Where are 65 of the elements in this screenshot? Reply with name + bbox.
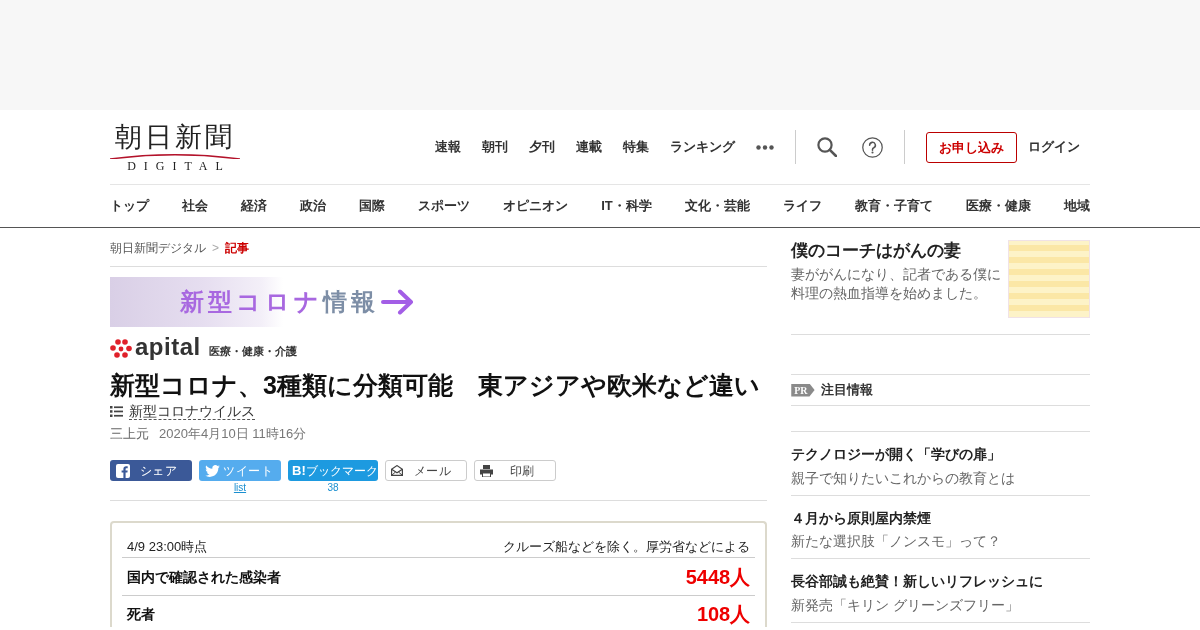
pr-item-title[interactable]: ４月から原則屋内禁煙 [791,507,932,528]
login-link[interactable]: ログイン [1028,137,1080,157]
pr-badge: PR [791,383,815,397]
topic-link[interactable]: 新型コロナウイルス [129,403,255,420]
category-link[interactable]: ライフ [782,196,822,216]
category-link[interactable]: スポーツ [418,196,471,216]
f-logo-icon [116,463,130,478]
breadcrumb-link[interactable]: 朝日新聞デジタル [110,239,206,257]
pr-item-subtitle: 新たな選択肢「ノンスモ」って？ [791,532,1003,551]
pr-item-subtitle: 親子で知りたいこれからの教育とは [791,468,1017,488]
printer-icon [480,464,493,477]
share-button[interactable]: シェア [110,460,192,481]
breadcrumb-current: 記事 [225,240,249,257]
stats-timestamp: 4/9 23:00時点 [127,538,208,556]
logo-title[interactable]: 朝日新聞 [115,124,235,151]
pr-item-subtitle: 新発売「キリン グリーンズフリー」 [791,595,1021,615]
mail-button[interactable]: メール [385,460,467,481]
more-icon[interactable] [756,144,774,150]
promo-title[interactable]: 僕のコーチはがんの妻 [791,240,1004,262]
print-button[interactable]: 印刷 [474,460,556,481]
publish-date: 2020年4月10日 11時16分 [159,425,307,443]
nav-link[interactable]: 夕刊 [529,137,555,157]
category-link[interactable]: 教育・子育て [854,196,933,216]
pr-item-title[interactable]: 長谷部誠も絶賛！新しいリフレッシュに [791,571,1044,591]
stat-label: 国内で確認された感染者 [127,567,281,587]
swoosh-icon [110,153,240,159]
category-link[interactable]: 政治 [300,196,327,216]
category-link[interactable]: 国際 [359,196,386,216]
search-icon[interactable] [817,137,837,157]
nav-link[interactable]: 朝刊 [482,137,508,157]
category-link[interactable]: 医療・健康 [965,196,1031,216]
category-link[interactable]: IT・科学 [601,196,652,216]
section-heading: 注目情報 [820,381,873,400]
stat-label: 死者 [127,605,155,624]
list-icon [110,406,123,417]
help-icon[interactable] [862,136,883,158]
arrow-icon [381,289,414,315]
stat-value: 108人 [696,602,751,626]
nav-link[interactable]: 速報 [435,137,461,157]
author-name: 三上元 [110,425,149,443]
logo-subtitle[interactable]: DIGITAL [127,160,231,172]
nav-link[interactable]: ランキング [670,137,735,157]
promo-description: 妻ががんになり、記者である僕に料理の熱血指導を始めました。 [791,265,1003,303]
category-link[interactable]: トップ [110,196,149,216]
category-link[interactable]: 地域 [1063,196,1090,216]
category-link[interactable]: 経済 [241,196,268,216]
nav-link[interactable]: 特集 [623,137,649,157]
list-link[interactable]: list [233,481,247,495]
bookmark-count: 38 [327,481,339,495]
bird-icon [205,464,220,477]
pr-item-title[interactable]: テクノロジーが開く「学びの扉」 [791,444,1002,464]
stat-value: 5448人 [685,564,751,589]
section-logo-text[interactable]: apital [135,335,201,359]
category-link[interactable]: 社会 [182,196,209,216]
dots-icon [110,339,132,358]
banner-title: 新型コロナ 情報 [180,290,379,314]
subscribe-button[interactable]: お申し込み [926,131,1017,163]
breadcrumb-separator: > [212,240,219,257]
section-tagline: 医療・健康・介護 [208,343,297,359]
category-link[interactable]: 文化・芸能 [684,196,750,216]
nav-link[interactable]: 連載 [576,137,602,157]
stats-note: クルーズ船などを除く。厚労省などによる [503,538,751,556]
category-link[interactable]: オピニオン [503,196,569,216]
article-headline: 新型コロナ、3種類に分類可能 東アジアや欧米など違い [110,370,761,401]
envelope-icon [391,465,403,476]
